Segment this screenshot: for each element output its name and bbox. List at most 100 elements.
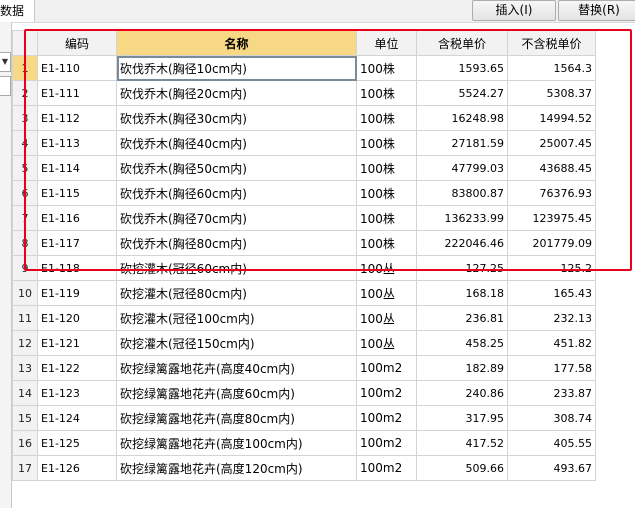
cell-price-tax[interactable]: 417.52 [416, 430, 508, 456]
cell-name[interactable]: 砍挖绿篱露地花卉(高度60cm内) [116, 380, 357, 406]
left-panel-field[interactable] [0, 76, 11, 96]
column-header-price-notax[interactable]: 不含税单价 [507, 30, 596, 56]
cell-price-notax[interactable]: 201779.09 [507, 230, 596, 256]
cell-price-notax[interactable]: 43688.45 [507, 155, 596, 181]
cell-code[interactable]: E1-116 [37, 205, 117, 231]
table-row[interactable]: 7 E1-116 砍伐乔木(胸径70cm内) 100株 136233.99 123975.… [12, 205, 596, 231]
cell-price-notax[interactable]: 1564.3 [507, 55, 596, 81]
cell-unit[interactable]: 100株 [356, 105, 417, 131]
cell-unit[interactable]: 100丛 [356, 280, 417, 306]
row-number[interactable]: 3 [12, 105, 38, 131]
table-row[interactable]: 11 E1-120 砍挖灌木(冠径100cm内) 100丛 236.81 232.13 [12, 305, 596, 331]
cell-unit[interactable]: 100株 [356, 230, 417, 256]
cell-price-notax[interactable]: 493.67 [507, 455, 596, 481]
cell-price-tax[interactable]: 27181.59 [416, 130, 508, 156]
cell-price-notax[interactable]: 232.13 [507, 305, 596, 331]
row-number[interactable]: 7 [12, 205, 38, 231]
row-number[interactable]: 17 [12, 455, 38, 481]
cell-price-tax[interactable]: 5524.27 [416, 80, 508, 106]
cell-code[interactable]: E1-124 [37, 405, 117, 431]
cell-name[interactable]: 砍伐乔木(胸径80cm内) [116, 230, 357, 256]
row-number[interactable]: 14 [12, 380, 38, 406]
cell-unit[interactable]: 100m2 [356, 355, 417, 381]
cell-unit[interactable]: 100株 [356, 55, 417, 81]
cell-code[interactable]: E1-113 [37, 130, 117, 156]
row-number[interactable]: 8 [12, 230, 38, 256]
row-number[interactable]: 5 [12, 155, 38, 181]
table-row[interactable]: 5 E1-114 砍伐乔木(胸径50cm内) 100株 47799.03 43688.45 [12, 155, 596, 181]
table-row[interactable]: 14 E1-123 砍挖绿篱露地花卉(高度60cm内) 100m2 240.86 233.… [12, 380, 596, 406]
cell-price-tax[interactable]: 136233.99 [416, 205, 508, 231]
cell-name[interactable]: 砍伐乔木(胸径30cm内) [116, 105, 357, 131]
replace-button[interactable]: 替换(R) [558, 0, 635, 21]
row-number[interactable]: 9 [12, 255, 38, 281]
row-number[interactable]: 4 [12, 130, 38, 156]
cell-price-notax[interactable]: 165.43 [507, 280, 596, 306]
row-number[interactable]: 11 [12, 305, 38, 331]
column-header-code[interactable]: 编码 [37, 30, 117, 56]
row-number[interactable]: 2 [12, 80, 38, 106]
cell-unit[interactable]: 100株 [356, 130, 417, 156]
cell-price-tax[interactable]: 236.81 [416, 305, 508, 331]
cell-price-tax[interactable]: 1593.65 [416, 55, 508, 81]
row-number[interactable]: 12 [12, 330, 38, 356]
cell-name[interactable]: 砍挖绿篱露地花卉(高度120cm内) [116, 455, 357, 481]
cell-price-tax[interactable]: 509.66 [416, 455, 508, 481]
cell-name[interactable]: 砍挖绿篱露地花卉(高度80cm内) [116, 405, 357, 431]
column-header-name[interactable]: 名称 [116, 30, 357, 56]
cell-unit[interactable]: 100丛 [356, 255, 417, 281]
cell-name[interactable]: 砍挖灌木(冠径100cm内) [116, 305, 357, 331]
tab-data[interactable]: 数据 [0, 0, 35, 22]
column-header-unit[interactable]: 单位 [356, 30, 417, 56]
row-number[interactable]: 13 [12, 355, 38, 381]
chevron-down-icon[interactable]: ▼ [0, 52, 11, 72]
cell-code[interactable]: E1-110 [37, 55, 117, 81]
cell-unit[interactable]: 100m2 [356, 455, 417, 481]
cell-unit[interactable]: 100株 [356, 180, 417, 206]
cell-unit[interactable]: 100株 [356, 205, 417, 231]
cell-code[interactable]: E1-114 [37, 155, 117, 181]
cell-name[interactable]: 砍伐乔木(胸径60cm内) [116, 180, 357, 206]
cell-name[interactable]: 砍挖绿篱露地花卉(高度40cm内) [116, 355, 357, 381]
table-row[interactable]: 15 E1-124 砍挖绿篱露地花卉(高度80cm内) 100m2 317.95 308.… [12, 405, 596, 431]
column-header-price-tax[interactable]: 含税单价 [416, 30, 508, 56]
cell-code[interactable]: E1-117 [37, 230, 117, 256]
row-number[interactable]: 16 [12, 430, 38, 456]
cell-code[interactable]: E1-120 [37, 305, 117, 331]
table-row[interactable]: 4 E1-113 砍伐乔木(胸径40cm内) 100株 27181.59 25007.45 [12, 130, 596, 156]
cell-price-notax[interactable]: 5308.37 [507, 80, 596, 106]
table-row[interactable]: 1 E1-110 砍伐乔木(胸径10cm内) 100株 1593.65 1564.3 [12, 55, 596, 81]
cell-code[interactable]: E1-118 [37, 255, 117, 281]
cell-unit[interactable]: 100株 [356, 155, 417, 181]
cell-code[interactable]: E1-122 [37, 355, 117, 381]
cell-unit[interactable]: 100丛 [356, 330, 417, 356]
cell-price-tax[interactable]: 168.18 [416, 280, 508, 306]
insert-button[interactable]: 插入(I) [472, 0, 556, 21]
cell-name[interactable]: 砍伐乔木(胸径40cm内) [116, 130, 357, 156]
cell-code[interactable]: E1-126 [37, 455, 117, 481]
cell-price-tax[interactable]: 222046.46 [416, 230, 508, 256]
table-row[interactable]: 6 E1-115 砍伐乔木(胸径60cm内) 100株 83800.87 76376.93 [12, 180, 596, 206]
cell-code[interactable]: E1-123 [37, 380, 117, 406]
cell-unit[interactable]: 100m2 [356, 380, 417, 406]
cell-code[interactable]: E1-111 [37, 80, 117, 106]
cell-price-notax[interactable]: 14994.52 [507, 105, 596, 131]
table-row[interactable]: 9 E1-118 砍挖灌木(冠径60cm内) 100丛 127.25 125.2 [12, 255, 596, 281]
cell-price-tax[interactable]: 47799.03 [416, 155, 508, 181]
cell-price-notax[interactable]: 123975.45 [507, 205, 596, 231]
table-row[interactable]: 17 E1-126 砍挖绿篱露地花卉(高度120cm内) 100m2 509.66 493… [12, 455, 596, 481]
table-row[interactable]: 16 E1-125 砍挖绿篱露地花卉(高度100cm内) 100m2 417.52 405… [12, 430, 596, 456]
cell-code[interactable]: E1-115 [37, 180, 117, 206]
row-number[interactable]: 1 [12, 55, 38, 81]
table-row[interactable]: 12 E1-121 砍挖灌木(冠径150cm内) 100丛 458.25 451.82 [12, 330, 596, 356]
cell-price-notax[interactable]: 76376.93 [507, 180, 596, 206]
cell-price-notax[interactable]: 25007.45 [507, 130, 596, 156]
table-row[interactable]: 13 E1-122 砍挖绿篱露地花卉(高度40cm内) 100m2 182.89 177.… [12, 355, 596, 381]
cell-name[interactable]: 砍挖绿篱露地花卉(高度100cm内) [116, 430, 357, 456]
table-row[interactable]: 3 E1-112 砍伐乔木(胸径30cm内) 100株 16248.98 14994.52 [12, 105, 596, 131]
cell-name[interactable]: 砍挖灌木(冠径150cm内) [116, 330, 357, 356]
table-row[interactable]: 10 E1-119 砍挖灌木(冠径80cm内) 100丛 168.18 165.43 [12, 280, 596, 306]
cell-price-notax[interactable]: 125.2 [507, 255, 596, 281]
cell-name[interactable]: 砍伐乔木(胸径50cm内) [116, 155, 357, 181]
cell-name[interactable]: 砍挖灌木(冠径60cm内) [116, 255, 357, 281]
